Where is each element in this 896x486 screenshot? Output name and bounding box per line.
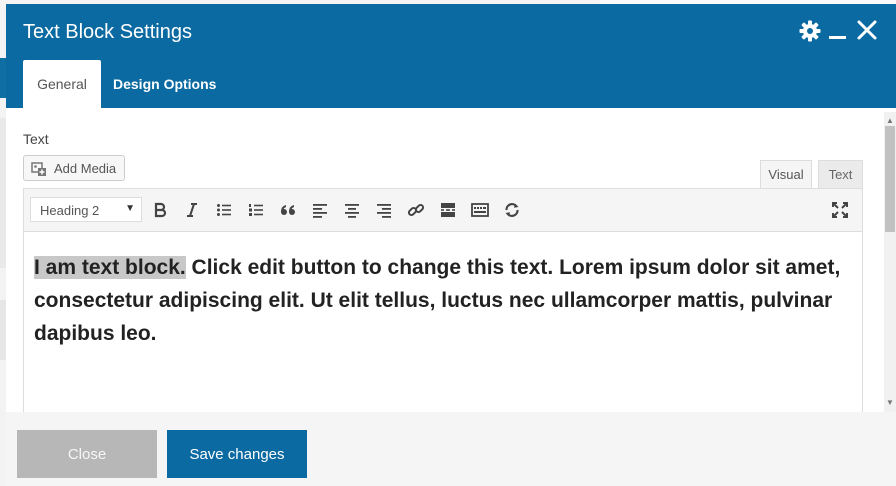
text-field-label: Text: [23, 131, 49, 147]
blockquote-icon[interactable]: [276, 198, 300, 222]
chevron-down-icon: ▼: [125, 203, 135, 214]
format-select[interactable]: Heading 2 ▼: [30, 197, 142, 222]
bold-icon[interactable]: [148, 198, 172, 222]
italic-icon[interactable]: [180, 198, 204, 222]
align-left-icon[interactable]: [308, 198, 332, 222]
add-media-label: Add Media: [54, 161, 117, 176]
format-select-value: Heading 2: [40, 203, 100, 218]
scroll-up-icon[interactable]: ▲: [886, 116, 894, 125]
text-block-settings-modal: Text Block Settings General Design Optio…: [6, 4, 896, 486]
refresh-icon[interactable]: [500, 198, 524, 222]
read-more-icon[interactable]: [436, 198, 460, 222]
modal-footer: Close Save changes: [6, 412, 896, 486]
modal-header: Text Block Settings General Design Optio…: [6, 4, 896, 108]
editor-tab-text[interactable]: Text: [818, 160, 863, 188]
gear-icon[interactable]: [798, 19, 822, 43]
tab-general[interactable]: General: [23, 60, 101, 108]
add-media-button[interactable]: Add Media: [23, 155, 125, 181]
save-changes-button[interactable]: Save changes: [167, 430, 307, 478]
align-right-icon[interactable]: [372, 198, 396, 222]
close-icon[interactable]: [856, 19, 878, 41]
editor-tab-visual[interactable]: Visual: [760, 160, 812, 188]
fullscreen-icon[interactable]: [828, 198, 852, 222]
modal-title: Text Block Settings: [23, 21, 192, 43]
numbered-list-icon[interactable]: [244, 198, 268, 222]
toolbar-toggle-icon[interactable]: [468, 198, 492, 222]
selected-text: I am text block.: [34, 256, 186, 279]
minimize-icon[interactable]: [827, 18, 849, 42]
align-center-icon[interactable]: [340, 198, 364, 222]
scrollbar-thumb[interactable]: [885, 126, 895, 232]
editor-content[interactable]: I am text block. Click edit button to ch…: [34, 251, 856, 350]
tab-design-options[interactable]: Design Options: [113, 60, 216, 108]
bulleted-list-icon[interactable]: [212, 198, 236, 222]
text-editor: Heading 2 ▼ I am text block. Click edit …: [23, 188, 863, 428]
editor-toolbar: Heading 2 ▼: [24, 189, 862, 232]
scroll-down-icon[interactable]: ▼: [886, 398, 894, 407]
add-media-icon: [31, 161, 47, 177]
insert-link-icon[interactable]: [404, 198, 428, 222]
modal-scrollbar[interactable]: ▲ ▼: [884, 112, 896, 412]
close-button[interactable]: Close: [17, 430, 157, 478]
